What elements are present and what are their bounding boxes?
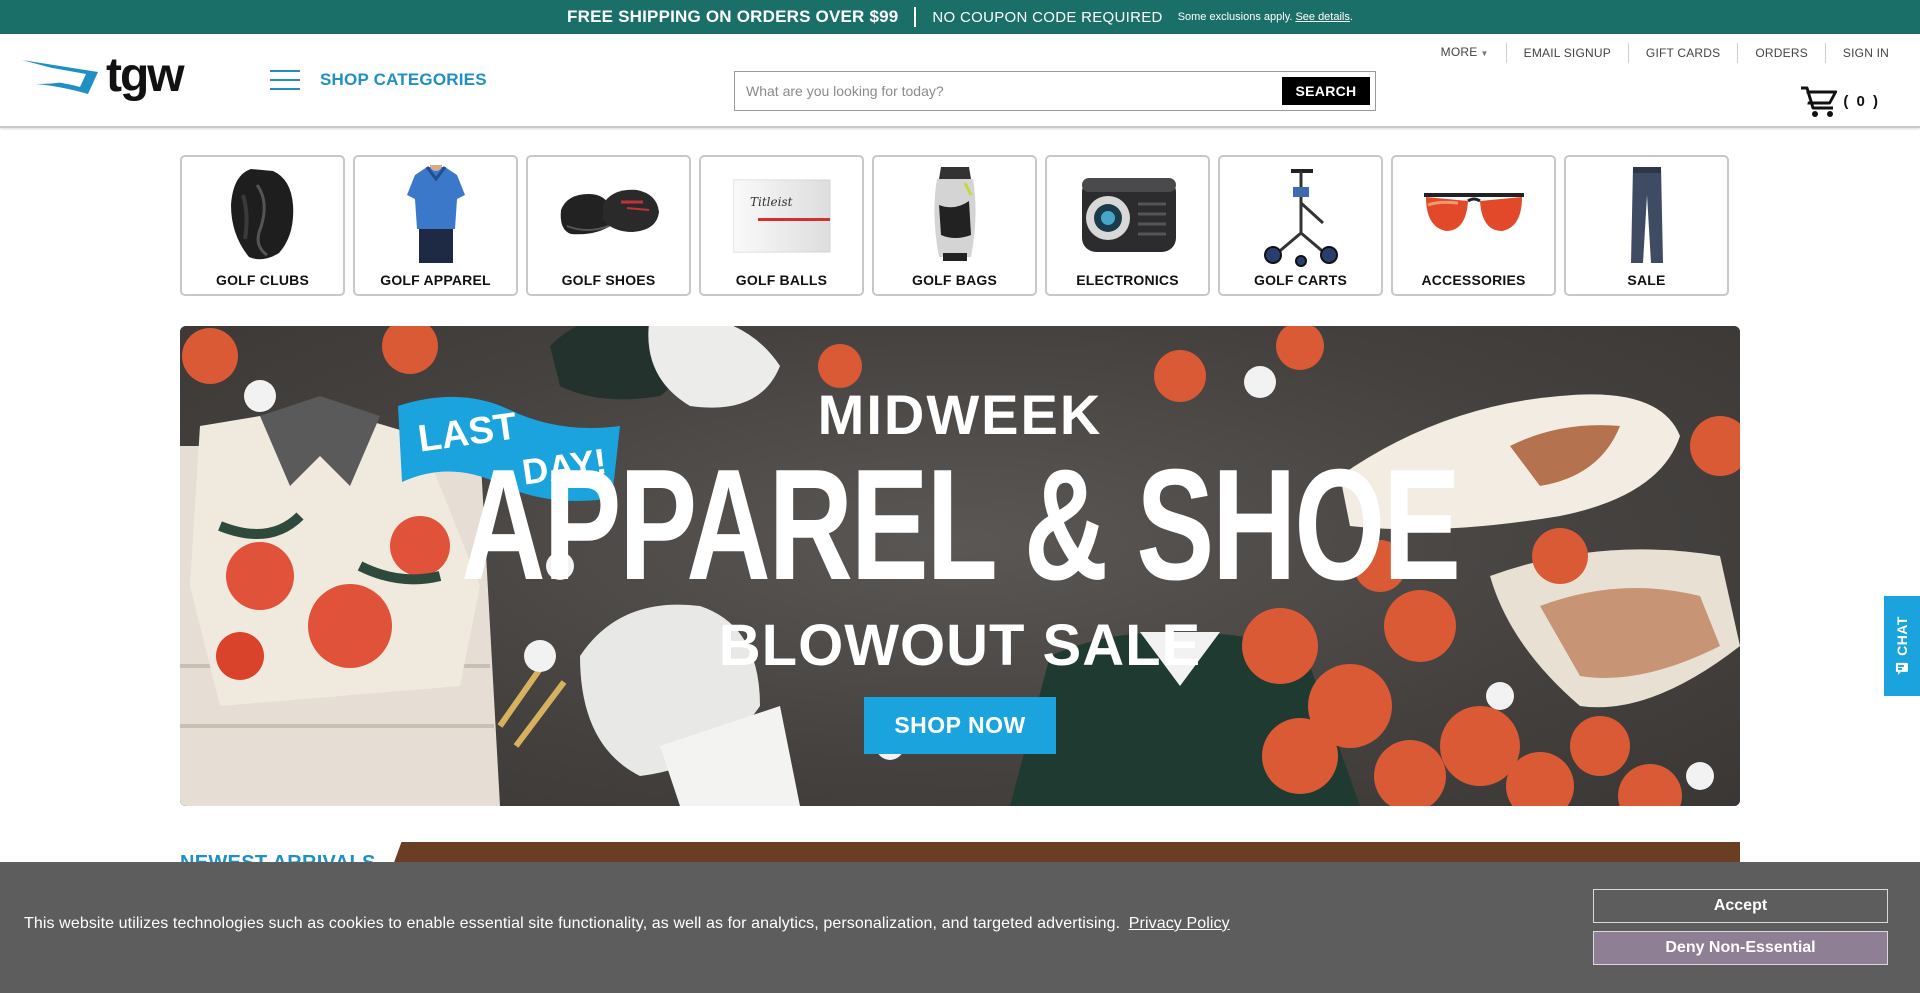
orders-link[interactable]: ORDERS <box>1737 43 1825 63</box>
utility-nav: MORE ▼ EMAIL SIGNUP GIFT CARDS ORDERS SIG… <box>1424 43 1906 63</box>
chat-bubble-icon <box>1896 662 1908 675</box>
shop-categories-menu[interactable]: SHOP CATEGORIES <box>270 70 487 90</box>
site-header: tgw SHOP CATEGORIES SEARCH MORE▼ EMAIL S… <box>0 34 1920 128</box>
more-menu[interactable]: MORE ▼ <box>1424 42 1506 64</box>
category-label: GOLF SHOES <box>561 272 656 288</box>
search-button[interactable]: SEARCH <box>1282 77 1370 105</box>
golf-bag-icon <box>933 167 976 261</box>
chat-label: CHAT <box>1894 616 1910 656</box>
chat-tab[interactable]: CHAT <box>1884 596 1920 696</box>
shop-now-button[interactable]: SHOP NOW <box>864 697 1056 754</box>
push-cart-icon <box>1263 169 1338 267</box>
pants-icon <box>1630 167 1663 263</box>
category-golf-clubs[interactable]: GOLF CLUBS <box>180 155 345 296</box>
gift-cards-link[interactable]: GIFT CARDS <box>1627 43 1737 63</box>
banner-blowout: BLOWOUT SALE <box>718 613 1202 678</box>
category-label: GOLF CLUBS <box>216 272 309 288</box>
cookie-consent-bar: This website utilizes technologies such … <box>0 862 1920 993</box>
category-golf-bags[interactable]: GOLF BAGS <box>872 155 1037 296</box>
category-golf-shoes[interactable]: GOLF SHOES <box>526 155 691 296</box>
category-label: GOLF APPAREL <box>380 272 491 288</box>
tgw-logo[interactable]: tgw <box>20 48 192 104</box>
category-label: GOLF BALLS <box>735 272 828 288</box>
cart-icon <box>1801 86 1838 117</box>
chevron-down-icon: ▼ <box>1480 49 1489 58</box>
promo-sub-text: NO COUPON CODE REQUIRED <box>932 8 1163 26</box>
hamburger-icon <box>270 70 300 90</box>
polo-shirt-icon <box>406 165 465 263</box>
email-signup-link[interactable]: EMAIL SIGNUP <box>1505 43 1628 63</box>
category-sale[interactable]: SALE <box>1564 155 1729 296</box>
promo-divider <box>914 7 917 27</box>
cart-button[interactable]: ( 0 ) <box>1799 84 1880 118</box>
search-bar: SEARCH <box>734 71 1376 111</box>
category-label: ELECTRONICS <box>1076 272 1179 288</box>
banner-headline: APPAREL & SHOE <box>461 437 1461 613</box>
shop-categories-label: SHOP CATEGORIES <box>320 70 487 89</box>
cart-count: ( 0 ) <box>1843 92 1880 110</box>
rangefinder-icon <box>1081 178 1176 252</box>
swoosh-logo-icon <box>22 60 98 94</box>
category-golf-carts[interactable]: GOLF CARTS <box>1218 155 1383 296</box>
category-accessories[interactable]: ACCESSORIES <box>1391 155 1556 296</box>
promo-period: . <box>1349 11 1353 23</box>
category-golf-balls[interactable]: Titleist GOLF BALLS <box>699 155 864 296</box>
cookie-message: This website utilizes technologies such … <box>24 915 1230 933</box>
sign-in-link[interactable]: SIGN IN <box>1824 43 1906 63</box>
category-label: GOLF BAGS <box>911 272 998 288</box>
promo-bar: FREE SHIPPING ON ORDERS OVER $99 NO COUP… <box>0 0 1920 34</box>
category-label: SALE <box>1627 272 1666 288</box>
logo-wordmark: tgw <box>106 49 185 102</box>
golf-shoe-icon <box>560 189 659 235</box>
promo-exclusions-text: Some exclusions apply. <box>1177 11 1293 23</box>
hero-banner[interactable]: LAST DAY! MIDWEEK APPAREL & SHOE BLOWOUT… <box>180 326 1740 806</box>
category-golf-apparel[interactable]: GOLF APPAREL <box>353 155 518 296</box>
deny-non-essential-button[interactable]: Deny Non-Essential <box>1593 931 1888 965</box>
cookie-text: This website utilizes technologies such … <box>24 915 1121 932</box>
category-label: GOLF CARTS <box>1254 272 1347 288</box>
golf-ball-box-icon: Titleist <box>733 179 830 253</box>
search-input[interactable] <box>735 72 1275 110</box>
promo-main-text: FREE SHIPPING ON ORDERS OVER $99 <box>567 7 899 26</box>
category-electronics[interactable]: ELECTRONICS <box>1045 155 1210 296</box>
category-tiles: GOLF CLUBS GOLF APPAREL GOLF SHOES Title… <box>180 155 1729 296</box>
accept-cookies-button[interactable]: Accept <box>1593 889 1888 923</box>
more-label: MORE <box>1440 45 1478 59</box>
privacy-policy-link[interactable]: Privacy Policy <box>1129 915 1230 932</box>
category-label: ACCESSORIES <box>1421 272 1526 288</box>
sunglasses-icon <box>1423 193 1524 231</box>
golf-club-icon <box>230 169 293 260</box>
svg-text:Titleist: Titleist <box>750 195 793 209</box>
promo-see-details-link[interactable]: See details <box>1295 11 1349 23</box>
